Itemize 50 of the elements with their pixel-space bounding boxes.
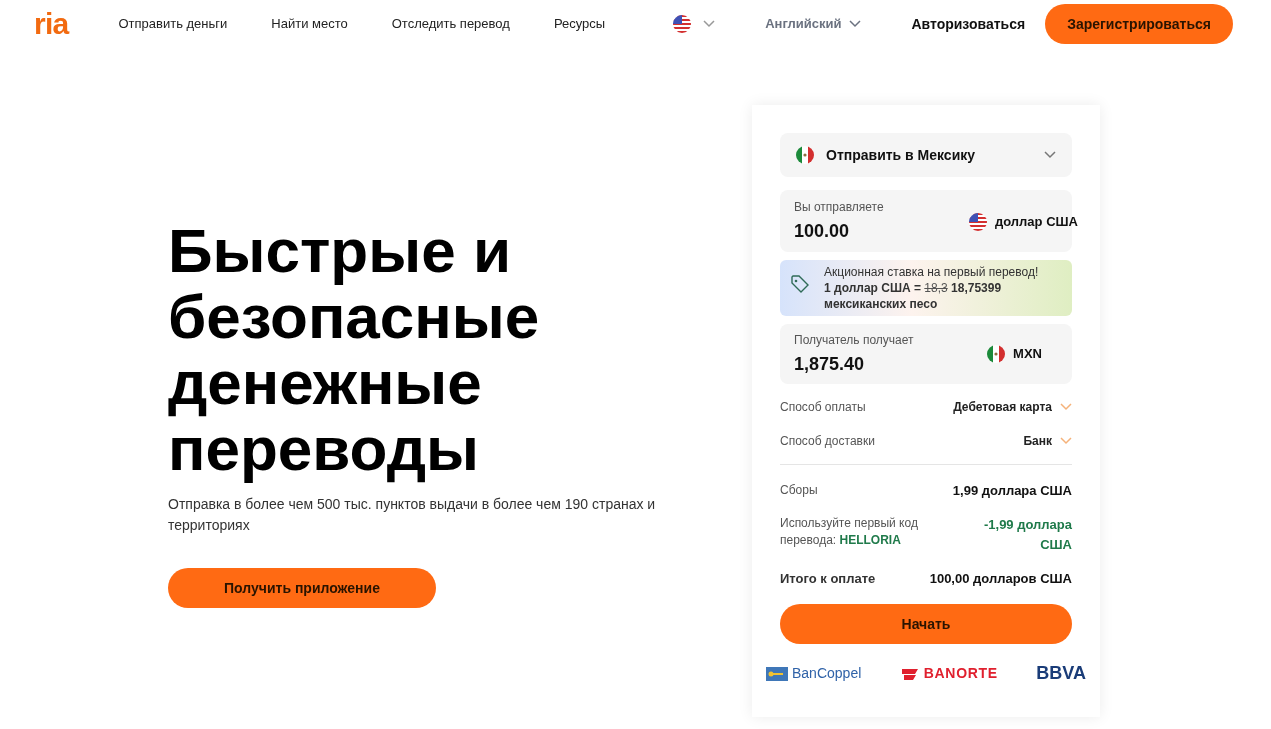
nav-link[interactable]: Найти место — [271, 14, 348, 34]
option-dropdown[interactable]: Банк — [1023, 432, 1072, 450]
rate-prefix: 1 доллар США = — [824, 281, 921, 295]
hero-title: Быстрые и безопасные денежные переводы — [168, 218, 541, 482]
promo-code-text: Используйте первый код перевода: HELLORIA — [780, 514, 919, 549]
option-label: Способ оплаты — [780, 399, 866, 416]
old-rate: 18,3 — [924, 281, 948, 295]
partner-logo: BanCoppel — [766, 663, 862, 684]
partner-logo: BANORTE — [899, 663, 998, 684]
login-link[interactable]: Авторизоваться — [911, 13, 1026, 35]
field-label: Вы отправляете — [794, 198, 884, 216]
discount-value: -1,99 доллара США — [982, 515, 1072, 554]
total-value: 100,00 долларов США — [929, 569, 1072, 588]
currency-selector[interactable]: доллар США — [995, 212, 1078, 232]
start-button[interactable]: Начать — [780, 604, 1072, 644]
rate-suffix: мексиканских песо — [824, 297, 938, 311]
key-icon — [766, 666, 788, 681]
chevron-down-icon — [1060, 437, 1072, 445]
signup-button[interactable]: Зарегистрироваться — [1045, 4, 1233, 44]
flag-icon — [673, 15, 692, 33]
flag-icon — [796, 146, 814, 164]
flag-icon — [969, 212, 987, 231]
nav-link[interactable]: Отследить перевод — [391, 14, 510, 34]
fees-value: 1,99 доллара США — [952, 482, 1072, 500]
chevron-down-icon — [703, 20, 716, 28]
get-app-button[interactable]: Получить приложение — [168, 568, 436, 608]
nav-link[interactable]: Ресурсы — [553, 14, 606, 34]
chevron-down-icon — [1044, 151, 1056, 159]
bank-mark-icon — [899, 666, 920, 681]
option-dropdown[interactable]: Дебетовая карта — [953, 398, 1072, 416]
flag-icon — [987, 345, 1006, 363]
promo-title: Акционная ставка на первый перевод! — [824, 264, 1040, 280]
currency-selector[interactable]: MXN — [1013, 344, 1042, 364]
new-rate: 18,75399 — [951, 281, 1002, 295]
receive-amount-field[interactable]: Получатель получает 1,875.40 MXN — [780, 324, 1072, 384]
country-selector[interactable] — [673, 15, 716, 33]
option-label: Способ доставки — [780, 433, 875, 450]
hero-subtitle: Отправка в более чем 500 тыс. пунктов выдачи в более чем 190 странах и территориях — [168, 495, 657, 535]
destination-dropdown[interactable]: Отправить в Мексику — [780, 133, 1072, 177]
send-amount: 100.00 — [794, 219, 850, 243]
chevron-down-icon — [1060, 403, 1072, 411]
chevron-down-icon — [849, 20, 862, 28]
total-label: Итого к оплате — [780, 569, 876, 588]
field-label: Получатель получает — [794, 331, 915, 349]
fees-label: Сборы — [780, 482, 818, 499]
partner-logo: BBVA — [1036, 662, 1086, 685]
receive-amount: 1,875.40 — [794, 352, 865, 376]
language-selector[interactable]: Английский — [765, 14, 862, 34]
nav-link[interactable]: Отправить деньги — [118, 14, 228, 34]
tag-icon — [790, 274, 810, 294]
